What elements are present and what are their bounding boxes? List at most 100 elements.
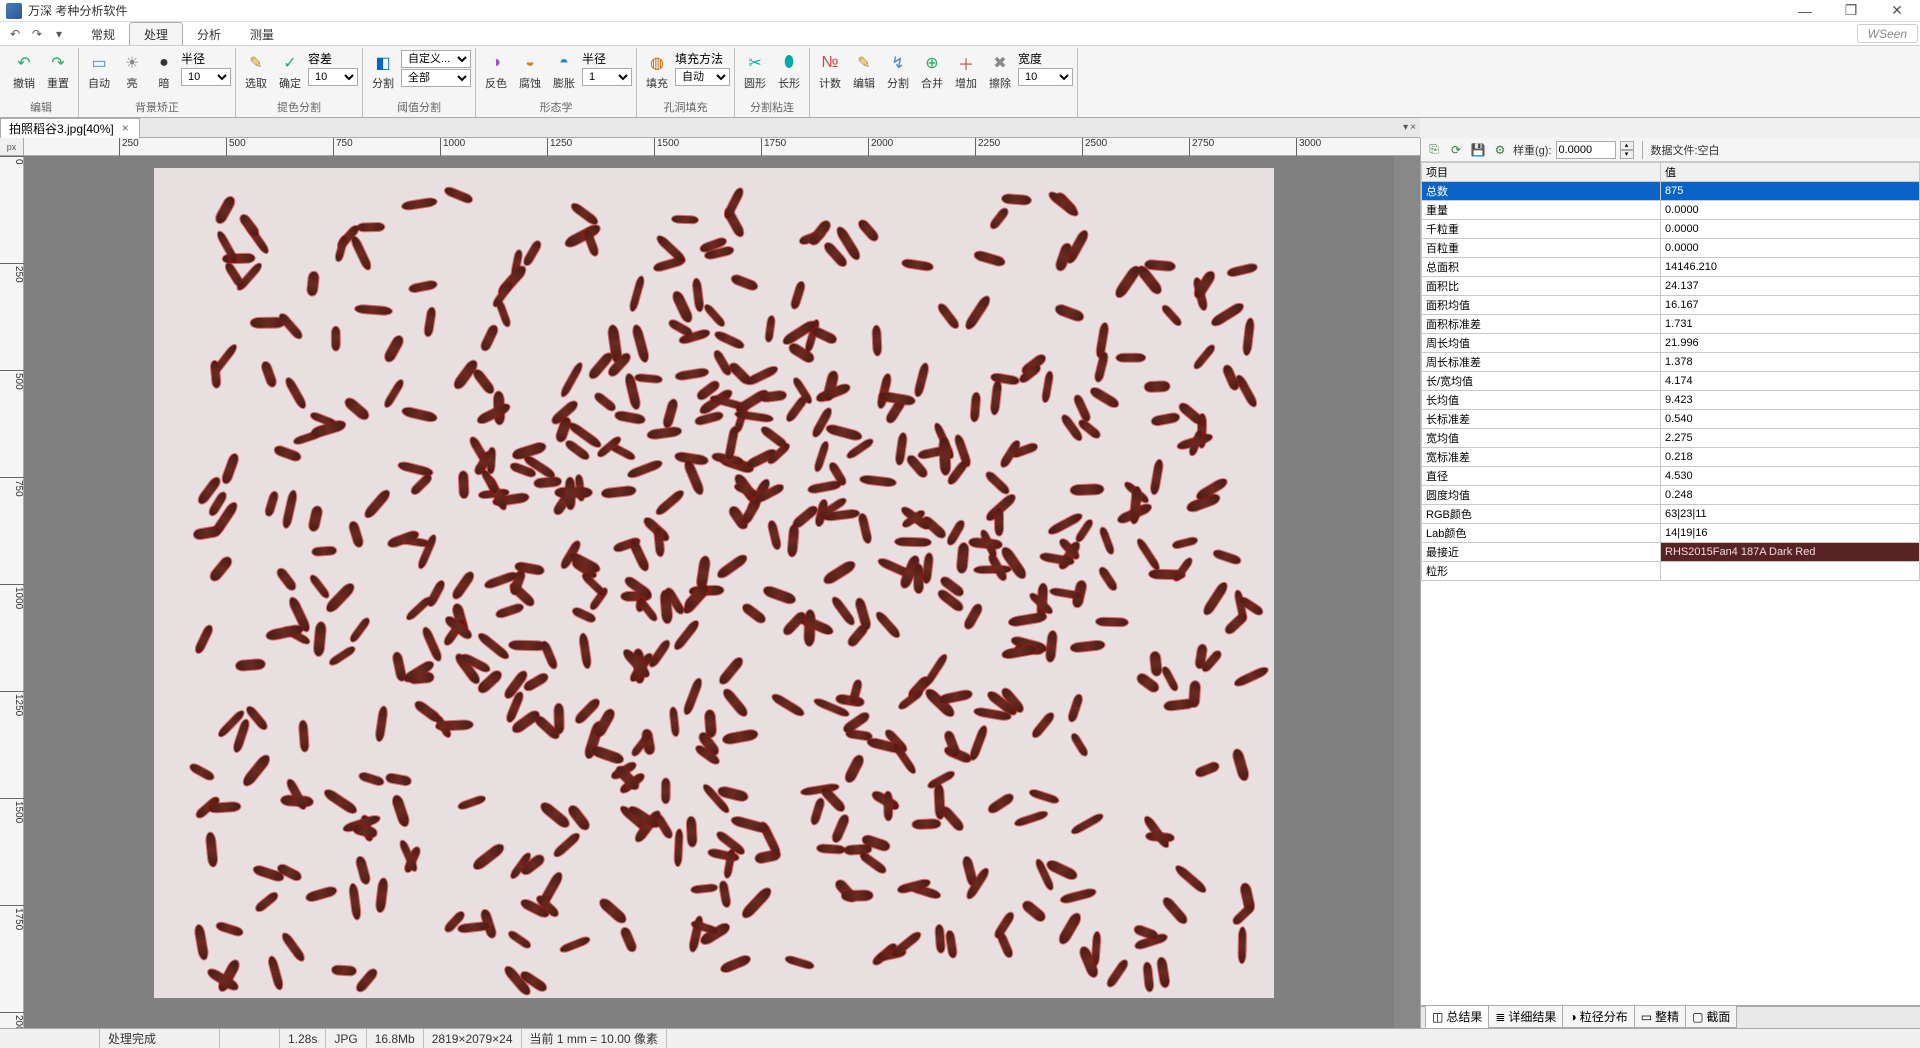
seed-marker [730, 815, 769, 834]
erase-button[interactable]: ✖擦除 [984, 50, 1016, 94]
result-row[interactable]: 宽标准差0.218 [1422, 448, 1920, 467]
seed-marker [245, 705, 269, 731]
results-tab-整精[interactable]: ▭整精 [1634, 1005, 1686, 1028]
long-split-button[interactable]: ⬮长形 [773, 50, 805, 94]
panel-close-icon[interactable]: × [1410, 122, 1416, 133]
seed-marker [1008, 612, 1047, 627]
qat-dropdown-icon[interactable]: ▾ [50, 25, 68, 43]
close-button[interactable]: ✕ [1874, 0, 1920, 22]
invert-button[interactable]: ◑反色 [480, 50, 512, 94]
weight-spinner[interactable]: ▴▾ [1620, 141, 1634, 159]
refresh-icon[interactable]: ⟳ [1447, 141, 1465, 159]
result-row[interactable]: Lab颜色14|19|16 [1422, 524, 1920, 543]
ribbon-group-label: 孔洞填充 [641, 99, 730, 117]
result-row[interactable]: 最接近RHS2015Fan4 187A Dark Red [1422, 543, 1920, 562]
minimize-button[interactable]: — [1782, 0, 1828, 22]
merge-button[interactable]: ⊕合并 [916, 50, 948, 94]
seed-marker [1174, 863, 1207, 893]
seed-marker [674, 829, 683, 866]
result-row[interactable]: 长/宽均值4.174 [1422, 372, 1920, 391]
result-row[interactable]: 总数875 [1422, 182, 1920, 201]
seed-marker [451, 571, 476, 601]
auto-bg-button[interactable]: ▭自动 [83, 50, 115, 94]
column-header-value[interactable]: 值 [1661, 163, 1920, 182]
seed-marker [790, 280, 806, 309]
result-row[interactable]: 面积均值16.167 [1422, 296, 1920, 315]
maximize-button[interactable]: ❐ [1828, 0, 1874, 22]
qat-undo-icon[interactable]: ↶ [6, 25, 24, 43]
seed-marker [804, 610, 815, 646]
result-row[interactable]: 长标准差0.540 [1422, 410, 1920, 429]
analyzed-image[interactable] [154, 168, 1274, 998]
fill-button[interactable]: ◍填充 [641, 50, 673, 94]
result-row[interactable]: RGB颜色63|23|11 [1422, 505, 1920, 524]
result-key: 粒形 [1422, 562, 1661, 581]
fill-method-select[interactable]: 自动 [675, 68, 730, 86]
morph-radius-select[interactable]: 1 [582, 68, 632, 86]
seed-marker [354, 304, 392, 315]
menu-tab-处理[interactable]: 处理 [129, 22, 183, 45]
result-row[interactable]: 圆度均值0.248 [1422, 486, 1920, 505]
result-row[interactable]: 总面积14146.210 [1422, 258, 1920, 277]
result-row[interactable]: 千粒重0.0000 [1422, 220, 1920, 239]
export-icon[interactable]: ⎘ [1425, 141, 1443, 159]
threshold-all-select[interactable]: 全部 [401, 69, 471, 87]
seed-marker [376, 878, 388, 913]
threshold-mode-select[interactable]: 自定义... [401, 50, 471, 68]
width-select[interactable]: 10 [1018, 68, 1073, 86]
circle-split-button[interactable]: ✂圆形 [739, 50, 771, 94]
edit-count-button[interactable]: ✎编辑 [848, 50, 880, 94]
menu-tab-常规[interactable]: 常规 [76, 22, 130, 45]
reset-button[interactable]: ↷重置 [42, 50, 74, 94]
settings-icon[interactable]: ⚙ [1491, 141, 1509, 159]
results-tab-截面[interactable]: ▢截面 [1685, 1005, 1737, 1028]
column-header-item[interactable]: 项目 [1422, 163, 1661, 182]
result-row[interactable]: 面积比24.137 [1422, 277, 1920, 296]
radius-select[interactable]: 10 [181, 68, 231, 86]
split-button[interactable]: ◧分割 [367, 50, 399, 94]
canvas-scroll[interactable] [24, 156, 1420, 1028]
tolerance-select[interactable]: 10 [308, 68, 358, 86]
results-grid[interactable]: 项目 值 总数875重量0.0000千粒重0.0000百粒重0.0000总面积1… [1421, 162, 1920, 1006]
qat-redo-icon[interactable]: ↷ [28, 25, 46, 43]
tab-label: 粒径分布 [1580, 1008, 1628, 1025]
result-key: 宽标准差 [1422, 448, 1661, 467]
result-row[interactable]: 宽均值2.275 [1422, 429, 1920, 448]
dark-button-icon: ● [154, 53, 174, 73]
split2-button[interactable]: ↯分割 [882, 50, 914, 94]
seed-marker [308, 505, 323, 532]
bright-button[interactable]: ☀亮 [117, 50, 147, 94]
result-row[interactable]: 重量0.0000 [1422, 201, 1920, 220]
dark-button[interactable]: ●暗 [149, 50, 179, 94]
save-icon[interactable]: 💾 [1469, 141, 1487, 159]
pick-button[interactable]: ✎选取 [240, 50, 272, 94]
weight-input[interactable] [1556, 141, 1616, 159]
result-row[interactable]: 直径4.530 [1422, 467, 1920, 486]
dilate-button[interactable]: ◓膨胀 [548, 50, 580, 94]
confirm-button[interactable]: ✓确定 [274, 50, 306, 94]
result-row[interactable]: 粒形 [1422, 562, 1920, 581]
result-row[interactable]: 周长标准差1.378 [1422, 353, 1920, 372]
result-row[interactable]: 长均值9.423 [1422, 391, 1920, 410]
undo-button[interactable]: ↶撤销 [8, 50, 40, 94]
seed-marker [655, 489, 686, 517]
result-row[interactable]: 周长均值21.996 [1422, 334, 1920, 353]
ruler-tick: 1000 [440, 138, 465, 156]
menu-tab-测量[interactable]: 测量 [235, 22, 289, 45]
panel-dropdown-icon[interactable]: ▾ [1403, 122, 1408, 133]
seed-marker [1060, 413, 1084, 442]
results-tab-粒径分布[interactable]: ◑粒径分布 [1562, 1005, 1634, 1028]
result-row[interactable]: 百粒重0.0000 [1422, 239, 1920, 258]
results-tab-总结果[interactable]: ◫总结果 [1425, 1005, 1489, 1028]
erode-button[interactable]: ◒腐蚀 [514, 50, 546, 94]
invert-button-icon: ◑ [486, 53, 506, 73]
document-tab[interactable]: 拍照稻谷3.jpg[40%] × [0, 118, 140, 138]
count-button[interactable]: №计数 [814, 50, 846, 94]
menu-tab-分析[interactable]: 分析 [182, 22, 236, 45]
results-tab-详细结果[interactable]: ≣详细结果 [1488, 1005, 1563, 1028]
close-tab-icon[interactable]: × [120, 121, 131, 135]
seed-marker [1072, 394, 1091, 423]
add-button[interactable]: ＋增加 [950, 50, 982, 94]
result-value: 875 [1661, 182, 1920, 201]
result-row[interactable]: 面积标准差1.731 [1422, 315, 1920, 334]
